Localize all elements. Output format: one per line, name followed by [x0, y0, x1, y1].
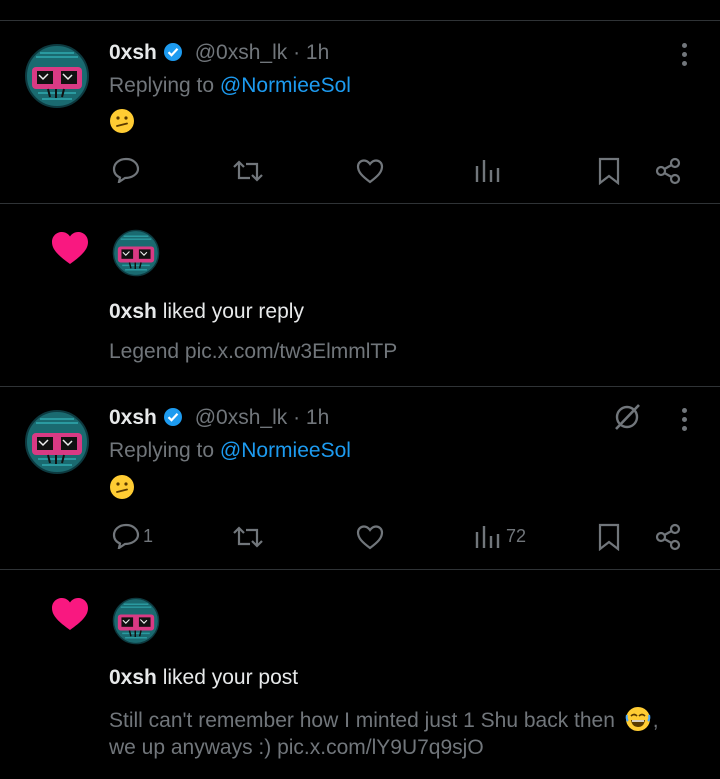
- notification-action: liked your post: [162, 666, 299, 689]
- avatar[interactable]: [24, 409, 90, 475]
- replying-prefix: Replying to: [109, 439, 215, 462]
- verified-badge-icon: [163, 408, 182, 426]
- author-name[interactable]: 0xsh: [109, 41, 157, 64]
- retweet-button[interactable]: [231, 158, 265, 184]
- confused-emoji: [109, 474, 135, 500]
- share-button[interactable]: [654, 523, 682, 551]
- views-icon: [475, 160, 500, 182]
- verified-badge-icon: [163, 43, 182, 61]
- tweet-header: 0xsh @0xsh_lk · 1h: [109, 41, 329, 65]
- bookmark-button[interactable]: [597, 523, 621, 551]
- more-icon[interactable]: [679, 43, 689, 70]
- more-icon[interactable]: [679, 408, 689, 435]
- reply-button[interactable]: [112, 157, 144, 183]
- tweet-time: · 1h: [293, 41, 330, 64]
- replying-to-line: Replying to @NormieeSol: [109, 439, 351, 463]
- share-button[interactable]: [654, 157, 682, 185]
- share-icon: [655, 157, 681, 185]
- heart-notification-icon: [52, 598, 88, 630]
- confused-emoji: [109, 108, 135, 134]
- bookmark-button[interactable]: [597, 157, 621, 185]
- author-name[interactable]: 0xsh: [109, 666, 157, 689]
- reply-tweet[interactable]: 0xsh @0xsh_lk · 1h Replying to @NormieeS…: [0, 387, 720, 569]
- like-notification[interactable]: 0xsh liked your post Still can't remembe…: [0, 570, 720, 779]
- avatar[interactable]: [112, 229, 160, 277]
- reply-tweet[interactable]: 0xsh @0xsh_lk · 1h Replying to @NormieeS…: [0, 21, 720, 203]
- avatar[interactable]: [24, 43, 90, 109]
- preview-line-2[interactable]: we up anyways :) pic.x.com/lY9U7q9sjO: [109, 736, 484, 760]
- author-name[interactable]: 0xsh: [109, 406, 157, 429]
- notification-action: liked your reply: [162, 300, 304, 323]
- notification-preview[interactable]: Legend pic.x.com/tw3ElmmlTP: [109, 340, 397, 364]
- replying-to-line: Replying to @NormieeSol: [109, 74, 351, 98]
- reply-icon: [112, 523, 140, 549]
- bookmark-icon: [598, 157, 620, 185]
- like-notification[interactable]: 0xsh liked your reply Legend pic.x.com/t…: [0, 204, 720, 386]
- joy-emoji: [625, 707, 651, 731]
- preview-line-1: Still can't remember how I minted just 1…: [109, 709, 615, 732]
- author-handle[interactable]: @0xsh_lk: [195, 41, 288, 64]
- heart-notification-icon: [52, 232, 88, 264]
- author-name[interactable]: 0xsh: [109, 300, 157, 323]
- author-handle[interactable]: @0xsh_lk: [195, 406, 288, 429]
- notification-preview[interactable]: Still can't remember how I minted just 1…: [109, 706, 659, 733]
- like-icon: [356, 159, 384, 184]
- reply-count: 1: [143, 525, 154, 546]
- tweet-time: · 1h: [293, 406, 330, 429]
- replying-to-link[interactable]: @NormieeSol: [220, 439, 351, 462]
- avatar[interactable]: [112, 597, 160, 645]
- like-button[interactable]: [356, 158, 384, 184]
- grok-icon[interactable]: [612, 402, 642, 432]
- notification-title: 0xsh liked your post: [109, 666, 298, 690]
- retweet-icon: [233, 526, 263, 548]
- retweet-icon: [233, 160, 263, 182]
- views-button[interactable]: [474, 156, 504, 184]
- views-button[interactable]: 72: [474, 522, 526, 550]
- tweet-header: 0xsh @0xsh_lk · 1h: [109, 406, 329, 430]
- views-icon: [475, 526, 500, 548]
- like-icon: [356, 525, 384, 550]
- bookmark-icon: [598, 523, 620, 551]
- retweet-button[interactable]: [231, 524, 265, 550]
- replying-prefix: Replying to: [109, 74, 215, 97]
- share-icon: [655, 523, 681, 551]
- reply-button[interactable]: 1: [112, 523, 153, 549]
- views-count: 72: [506, 525, 527, 546]
- like-button[interactable]: [356, 524, 384, 550]
- reply-icon: [112, 157, 140, 183]
- replying-to-link[interactable]: @NormieeSol: [220, 74, 351, 97]
- notification-title: 0xsh liked your reply: [109, 300, 304, 324]
